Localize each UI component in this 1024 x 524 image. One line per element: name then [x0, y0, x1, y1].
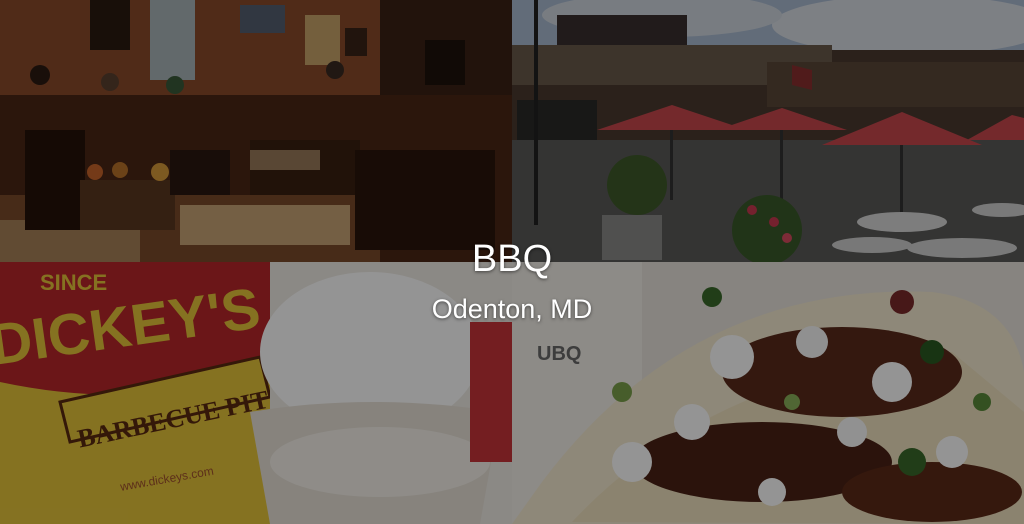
restaurant-interior-photo — [0, 0, 512, 262]
hero-caption: BBQ Odenton, MD — [0, 234, 1024, 326]
photo-dim-overlay — [512, 0, 1024, 262]
location-subtitle: Odenton, MD — [431, 294, 593, 324]
hero-banner: SINCE DICKEY'S BARBECUE PIT www.dickeys.… — [0, 0, 1024, 524]
page-title: BBQ — [471, 238, 553, 280]
outdoor-patio-photo — [512, 0, 1024, 262]
photo-dim-overlay — [0, 0, 512, 262]
